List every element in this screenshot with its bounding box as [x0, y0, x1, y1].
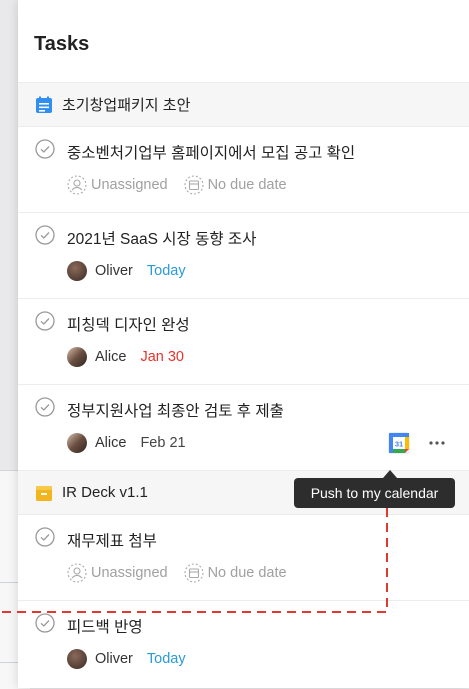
dashed-annotation-line	[0, 508, 388, 613]
tooltip-arrow	[383, 470, 397, 478]
push-to-calendar-tooltip: Push to my calendar	[294, 478, 455, 508]
